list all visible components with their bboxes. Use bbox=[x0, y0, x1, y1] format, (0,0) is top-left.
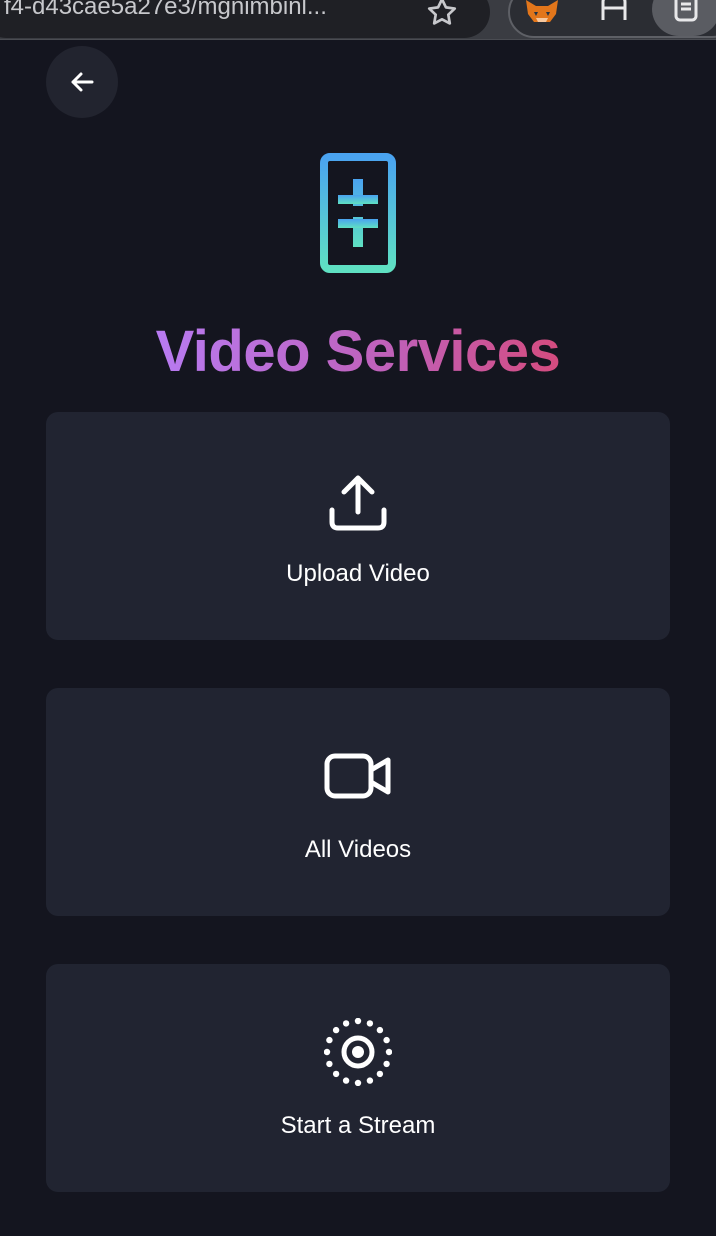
back-button[interactable] bbox=[46, 46, 118, 118]
start-stream-card[interactable]: Start a Stream bbox=[46, 964, 670, 1192]
upload-icon bbox=[329, 475, 387, 531]
start-stream-label: Start a Stream bbox=[280, 1112, 436, 1139]
reader-extension-icon[interactable] bbox=[598, 0, 630, 22]
upload-video-card[interactable]: Upload Video bbox=[46, 412, 670, 640]
url-text: f4-d43cae5a27e3/mgnimbinl... bbox=[4, 0, 327, 20]
page-title: Video Services bbox=[0, 318, 716, 385]
document-extension-icon[interactable] bbox=[672, 0, 700, 22]
theta-logo bbox=[320, 153, 396, 273]
all-videos-card[interactable]: All Videos bbox=[46, 688, 670, 916]
arrow-left-icon bbox=[71, 72, 94, 92]
fox-extension-icon[interactable] bbox=[522, 0, 562, 24]
bookmark-star-icon[interactable] bbox=[424, 0, 460, 30]
broadcast-icon bbox=[324, 1018, 392, 1086]
upload-video-label: Upload Video bbox=[286, 560, 430, 587]
browser-toolbar: f4-d43cae5a27e3/mgnimbinl... bbox=[0, 0, 716, 40]
all-videos-label: All Videos bbox=[304, 836, 412, 863]
address-bar[interactable]: f4-d43cae5a27e3/mgnimbinl... bbox=[0, 0, 490, 38]
video-camera-icon bbox=[324, 753, 391, 799]
